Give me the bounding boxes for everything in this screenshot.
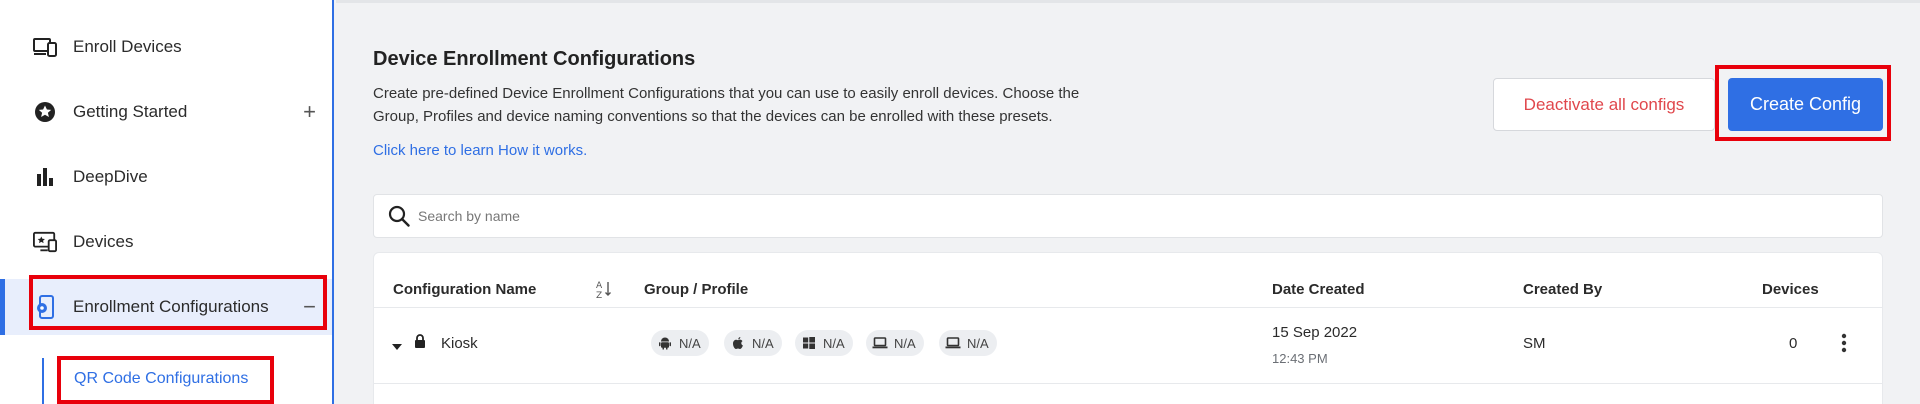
profile-value: N/A [894,335,916,351]
sidebar-item-label: Devices [73,232,134,251]
deactivate-all-configs-button[interactable]: Deactivate all configs [1493,78,1715,131]
svg-text:Z: Z [596,291,602,299]
sidebar-item-devices[interactable]: Devices [0,214,332,270]
android-profile-chip: N/A [651,330,709,356]
sidebar-subitem-qr-code-configurations[interactable]: QR Code Configurations [74,370,248,388]
sidebar-item-label: DeepDive [73,167,148,186]
search-bar [373,194,1883,238]
chromebook-icon [945,335,961,351]
sidebar-item-label: Enroll Devices [73,37,182,56]
devices-icon [33,35,57,59]
created-by: SM [1523,335,1546,352]
device-count: 0 [1789,335,1798,352]
expand-row-caret-icon[interactable] [392,338,402,356]
page-description: Create pre-defined Device Enrollment Con… [373,85,1080,125]
learn-how-it-works-link[interactable]: Click here to learn How it works. [373,142,587,159]
sidebar: Enroll Devices Getting Started + DeepDiv… [0,0,334,404]
more-options-icon[interactable] [1841,333,1847,358]
table-row[interactable]: Kiosk N/A N/A N/A N/A N/A 15 Sep 2022 12… [374,308,1882,383]
column-header-devices: Devices [1762,281,1819,298]
enrollment-config-icon [33,295,57,319]
column-header-created-by: Created By [1523,281,1603,298]
profile-value: N/A [823,335,845,351]
chromebook-profile-chip: N/A [939,330,997,356]
submenu-active-indicator [42,358,44,404]
apple-icon [730,335,746,351]
top-divider [336,0,1920,3]
laptop-profile-chip: N/A [866,330,924,356]
sidebar-item-label: Getting Started [73,102,188,121]
svg-text:A: A [596,281,603,291]
profile-value: N/A [967,335,989,351]
apple-profile-chip: N/A [724,330,782,356]
android-icon [657,335,673,351]
sidebar-item-label: Enrollment Configurations [73,297,269,316]
configuration-name[interactable]: Kiosk [441,335,478,352]
time-created: 12:43 PM [1272,351,1328,366]
search-input[interactable] [418,203,1818,229]
page-title: Device Enrollment Configurations [373,48,696,70]
column-header-group-profile: Group / Profile [644,281,749,298]
laptop-icon [872,335,888,351]
windows-profile-chip: N/A [795,330,853,356]
sidebar-item-enrollment-configurations[interactable]: Enrollment Configurations − [0,279,332,335]
sidebar-item-deepdive[interactable]: DeepDive [0,149,332,205]
column-header-date-created: Date Created [1272,281,1365,298]
monitor-star-icon [33,230,57,254]
sidebar-item-enroll-devices[interactable]: Enroll Devices [0,19,332,75]
collapse-icon[interactable]: − [303,296,316,318]
sort-az-icon[interactable]: AZ [595,279,613,304]
expand-icon[interactable]: + [303,101,316,123]
search-icon [388,205,410,232]
date-created: 15 Sep 2022 [1272,324,1358,341]
sidebar-item-getting-started[interactable]: Getting Started + [0,84,332,140]
bar-chart-icon [33,165,57,189]
column-header-configuration-name[interactable]: Configuration Name [393,281,536,298]
table-row-divider [374,383,1882,384]
create-config-button[interactable]: Create Config [1728,78,1883,131]
profile-value: N/A [752,335,774,351]
profile-value: N/A [679,335,701,351]
star-badge-icon [33,100,57,124]
lock-icon [414,334,426,353]
windows-icon [801,335,817,351]
configurations-table: Configuration Name AZ Group / Profile Da… [373,252,1883,404]
